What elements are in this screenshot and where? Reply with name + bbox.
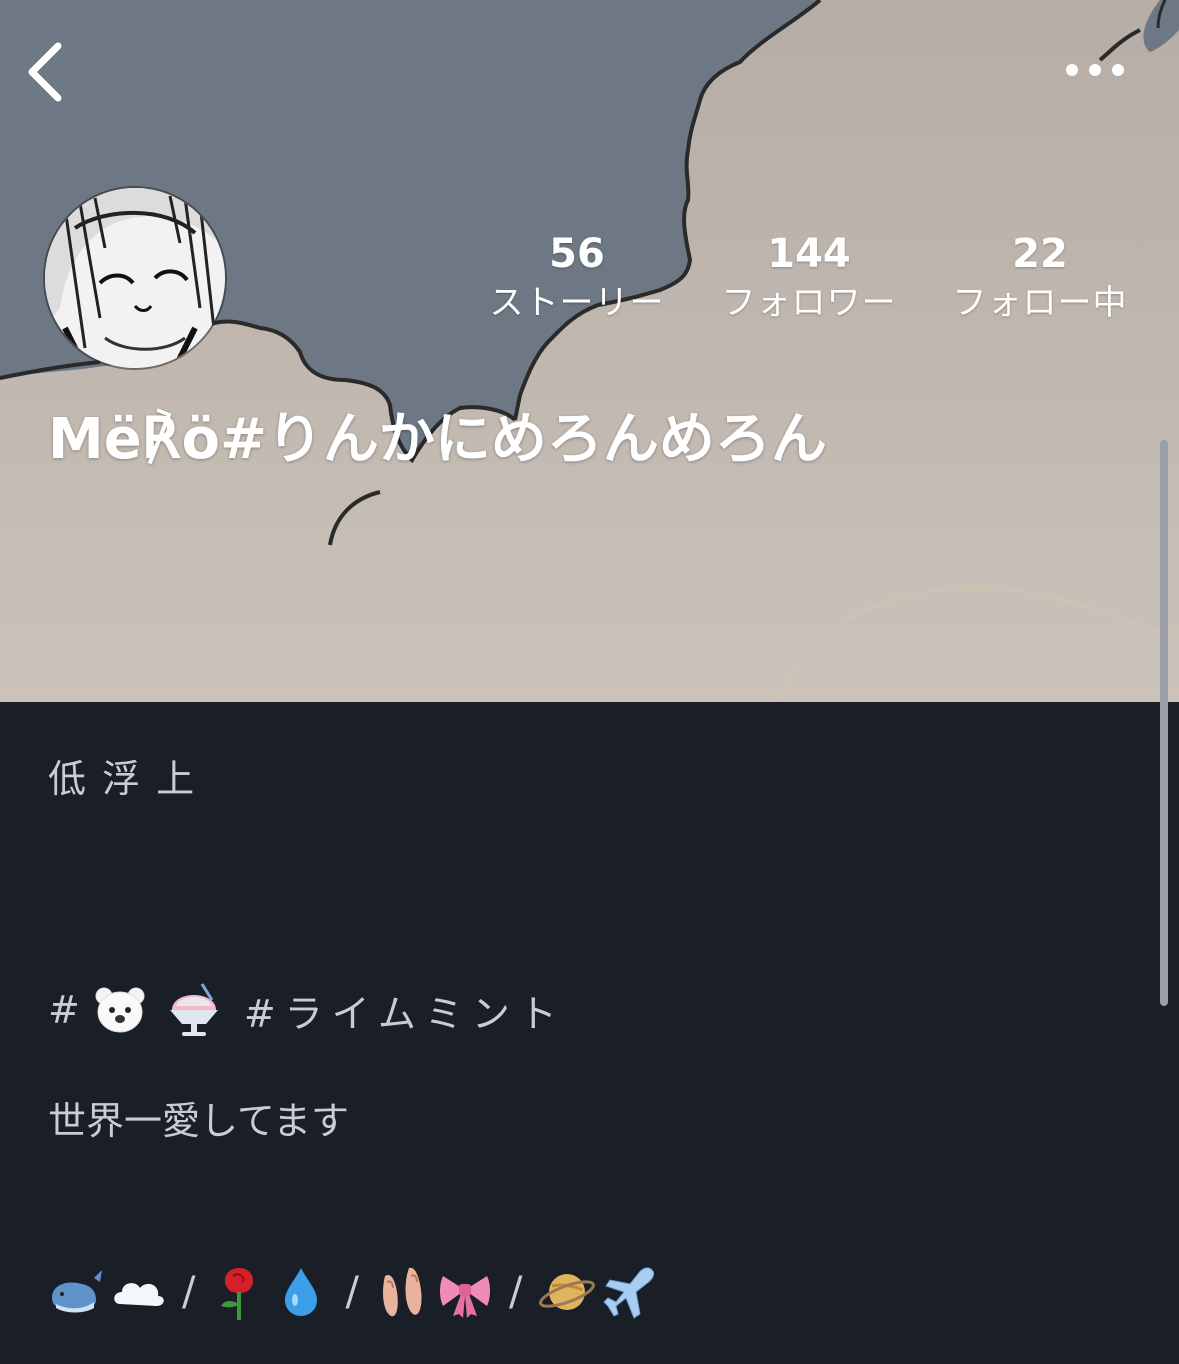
scrollbar[interactable] xyxy=(1160,440,1168,1006)
airplane-icon xyxy=(603,1267,655,1319)
ballet-shoes-icon xyxy=(382,1267,422,1317)
rose-icon xyxy=(221,1268,254,1320)
following-label: フォロー中 xyxy=(952,283,1128,323)
tag-lime-mint: #ライムミント xyxy=(243,991,566,1036)
followers-count: 144 xyxy=(767,231,851,277)
ringed-planet-icon xyxy=(539,1274,596,1310)
stat-following[interactable]: 22 フォロー中 xyxy=(930,228,1150,326)
stat-followers[interactable]: 144 フォロワー xyxy=(699,228,919,326)
hash-symbol: # xyxy=(48,988,80,1032)
following-count: 22 xyxy=(1012,231,1068,277)
stories-label: ストーリー xyxy=(489,283,665,323)
separator-3: / xyxy=(508,1269,523,1315)
profile-header: 56 ストーリー 144 フォロワー 22 フォロー中 Më℟ö#りんかにめろん… xyxy=(0,0,1179,702)
more-options-button[interactable] xyxy=(1058,50,1132,90)
cloud-icon xyxy=(114,1283,164,1306)
followers-label: フォロワー xyxy=(721,283,897,323)
polar-bear-icon xyxy=(95,987,145,1033)
bio-tag-line: # #ライムミント xyxy=(48,980,566,1040)
avatar[interactable] xyxy=(45,188,225,368)
bio-emoji-row: / / / xyxy=(48,1262,658,1322)
droplet-icon xyxy=(285,1268,318,1316)
whale-icon xyxy=(52,1270,102,1313)
bio-line-love: 世界一愛してます xyxy=(48,1099,349,1143)
stories-count: 56 xyxy=(549,231,605,277)
bio-line-status: 低 浮 上 xyxy=(48,757,197,801)
back-button[interactable] xyxy=(18,36,78,106)
separator-1: / xyxy=(182,1269,196,1315)
ribbon-icon xyxy=(439,1276,490,1318)
username: Më℟ö#りんかにめろんめろん xyxy=(48,407,827,472)
stat-stories[interactable]: 56 ストーリー xyxy=(467,228,687,326)
shaved-ice-icon xyxy=(169,983,218,1036)
avatar-image xyxy=(45,188,225,368)
separator-2: / xyxy=(345,1269,359,1315)
